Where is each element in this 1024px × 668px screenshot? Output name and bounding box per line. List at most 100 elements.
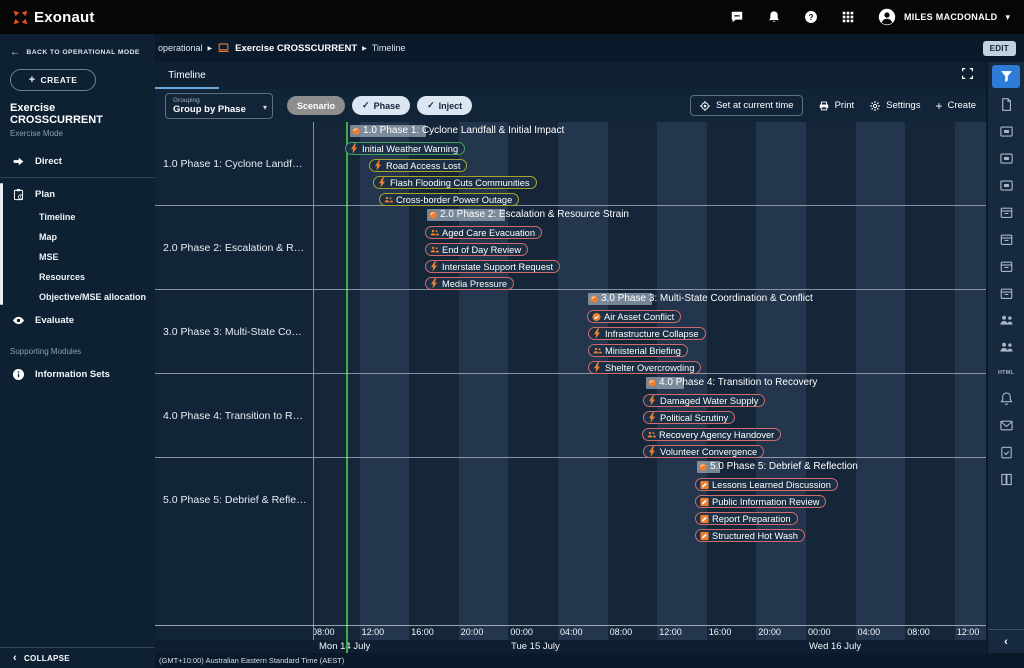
rail-people-icon[interactable] xyxy=(999,307,1014,334)
tab-bar: Timeline xyxy=(155,62,986,89)
sidebar-subitem-map[interactable]: Map xyxy=(0,227,155,247)
right-icon-rail: HTML ‹ xyxy=(988,62,1024,653)
rail-archive-icon[interactable] xyxy=(999,253,1014,280)
inject-pill[interactable]: Infrastructure Collapse xyxy=(588,327,706,340)
time-tick-label: 00:00 xyxy=(808,627,831,637)
user-menu[interactable]: MILES MACDONALD ▾ xyxy=(878,8,1010,26)
grouping-select[interactable]: Grouping Group by Phase ▾ xyxy=(165,93,273,119)
phase-bar-item[interactable]: 1.0 Phase 1: Cyclone Landfall & Initial … xyxy=(350,125,564,137)
sidebar-collapse-button[interactable]: ‹ COLLAPSE xyxy=(0,647,155,668)
create-inject-button[interactable]: + Create xyxy=(935,99,976,113)
print-button[interactable]: Print xyxy=(818,100,855,112)
timeline-chart[interactable]: 1.0 Phase 1: Cyclone Landfall & Initial … xyxy=(314,122,986,653)
inject-pill[interactable]: Structured Hot Wash xyxy=(695,529,805,542)
rail-card-icon[interactable] xyxy=(999,118,1014,145)
inject-pill[interactable]: Ministerial Briefing xyxy=(588,344,688,357)
sidebar-subitem-timeline[interactable]: Timeline xyxy=(0,207,155,227)
plus-icon: + xyxy=(29,74,36,86)
tab-timeline[interactable]: Timeline xyxy=(155,70,219,89)
set-current-time-button[interactable]: Set at current time xyxy=(690,95,803,116)
sidebar-item-evaluate[interactable]: Evaluate xyxy=(0,307,155,333)
inject-pill[interactable]: Cross-border Power Outage xyxy=(379,193,519,206)
rail-document-icon[interactable] xyxy=(999,91,1014,118)
user-name: MILES MACDONALD xyxy=(904,12,998,22)
inject-label: Report Preparation xyxy=(712,513,791,525)
inject-label: Interstate Support Request xyxy=(442,261,553,273)
notifications-bell-icon[interactable] xyxy=(767,10,781,24)
create-button[interactable]: + CREATE xyxy=(10,69,96,91)
rail-people-icon[interactable] xyxy=(999,334,1014,361)
rail-card-icon[interactable] xyxy=(999,172,1014,199)
inject-pill[interactable]: Political Scrutiny xyxy=(643,411,735,424)
date-label: Mon 14 July xyxy=(319,641,370,652)
rail-bell-icon[interactable] xyxy=(999,385,1014,412)
chip-scenario[interactable]: Scenario xyxy=(287,96,345,115)
phase-bar-item[interactable]: 4.0 Phase 4: Transition to Recovery xyxy=(646,377,817,389)
inject-pill[interactable]: Recovery Agency Handover xyxy=(642,428,781,441)
timeline-row: 3.0 Phase 3: Multi-State Coordination & … xyxy=(314,290,986,374)
inject-pill[interactable]: Air Asset Conflict xyxy=(587,310,681,323)
sidebar-item-plan[interactable]: Plan xyxy=(0,181,155,207)
phase-icon xyxy=(648,379,656,387)
inject-pill[interactable]: Public Information Review xyxy=(695,495,826,508)
inject-pill[interactable]: Shelter Overcrowding xyxy=(588,361,701,374)
phase-bar-item[interactable]: 3.0 Phase 3: Multi-State Coordination & … xyxy=(588,293,813,305)
sidebar-item-direct[interactable]: Direct xyxy=(0,148,155,174)
rail-archive-icon[interactable] xyxy=(999,280,1014,307)
phase-row-label: 3.0 Phase 3: Multi-State Coordination & … xyxy=(155,290,313,374)
rail-note-icon[interactable] xyxy=(999,439,1014,466)
rail-filter-icon-active[interactable] xyxy=(992,65,1020,88)
inject-pill[interactable]: Flash Flooding Cuts Communities xyxy=(373,176,537,189)
rail-collapse-button[interactable]: ‹ xyxy=(988,629,1024,653)
people-icon xyxy=(384,195,393,204)
breadcrumb-timeline[interactable]: Timeline xyxy=(372,43,406,53)
rail-archive-icon[interactable] xyxy=(999,226,1014,253)
sidebar-subitem-objective-mse-allocation[interactable]: Objective/MSE allocation xyxy=(0,287,155,307)
phase-bar-item[interactable]: 2.0 Phase 2: Escalation & Resource Strai… xyxy=(427,209,629,221)
avatar xyxy=(878,8,896,26)
chip-phase[interactable]: ✓Phase xyxy=(352,96,410,115)
apps-grid-icon[interactable] xyxy=(841,10,855,24)
inject-pill[interactable]: Road Access Lost xyxy=(369,159,467,172)
fullscreen-icon[interactable] xyxy=(961,67,974,80)
help-icon[interactable]: ? xyxy=(804,10,818,24)
settings-button[interactable]: Settings xyxy=(869,100,920,112)
phase-bar-item[interactable]: 5.0 Phase 5: Debrief & Reflection xyxy=(697,461,858,473)
inject-pill[interactable]: Report Preparation xyxy=(695,512,798,525)
inject-pill[interactable]: Interstate Support Request xyxy=(425,260,560,273)
inject-pill[interactable]: End of Day Review xyxy=(425,243,528,256)
chip-inject[interactable]: ✓Inject xyxy=(417,96,472,115)
rail-mail-icon[interactable] xyxy=(999,412,1014,439)
sidebar-subitem-mse[interactable]: MSE xyxy=(0,247,155,267)
edit-icon xyxy=(700,480,709,489)
inject-pill[interactable]: Lessons Learned Discussion xyxy=(695,478,838,491)
back-to-operational-mode[interactable]: ← BACK TO OPERATIONAL MODE xyxy=(0,34,155,58)
check-icon: ✓ xyxy=(427,100,435,111)
inject-pill[interactable]: Aged Care Evacuation xyxy=(425,226,542,239)
sidebar-subitem-resources[interactable]: Resources xyxy=(0,267,155,287)
rail-book-icon[interactable] xyxy=(999,466,1014,493)
edit-button[interactable]: EDIT xyxy=(983,41,1016,56)
rail-archive-icon[interactable] xyxy=(999,199,1014,226)
rail-card-icon[interactable] xyxy=(999,145,1014,172)
inject-pill[interactable]: Initial Weather Warning xyxy=(345,142,465,155)
inject-pill[interactable]: Damaged Water Supply xyxy=(643,394,765,407)
inject-label: End of Day Review xyxy=(442,244,521,256)
product-name: Exonaut xyxy=(34,9,95,26)
plus-icon: + xyxy=(935,99,942,113)
sidebar-item-information-sets[interactable]: Information Sets xyxy=(0,361,155,387)
chat-icon[interactable] xyxy=(730,10,744,24)
supporting-modules-label: Supporting Modules xyxy=(0,333,155,361)
sidebar-divider xyxy=(0,177,155,178)
breadcrumb-exercise[interactable]: Exercise CROSSCURRENT xyxy=(235,43,357,54)
inject-label: Media Pressure xyxy=(442,278,507,290)
filter-chips: Scenario ✓Phase ✓Inject xyxy=(287,96,472,115)
rail-html-icon[interactable]: HTML xyxy=(998,361,1014,385)
exercise-title: Exercise CROSSCURRENT xyxy=(0,100,155,126)
inject-pill[interactable]: Volunteer Convergence xyxy=(643,445,764,458)
left-sidebar: ← BACK TO OPERATIONAL MODE + CREATE Exer… xyxy=(0,34,155,668)
chevron-left-icon: ‹ xyxy=(13,652,17,664)
phase-title: 1.0 Phase 1: Cyclone Landfall & Initial … xyxy=(363,125,564,136)
breadcrumb-operational[interactable]: operational xyxy=(158,43,203,53)
inject-pill[interactable]: Media Pressure xyxy=(425,277,514,290)
